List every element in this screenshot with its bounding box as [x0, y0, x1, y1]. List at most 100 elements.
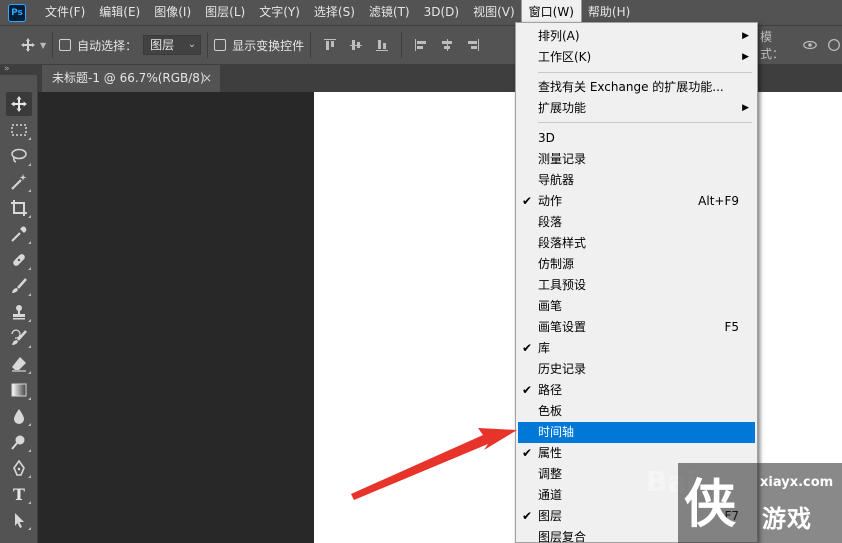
menu-item-measurement-log[interactable]: 测量记录 — [518, 149, 755, 170]
menu-item-shortcut: Alt+F9 — [698, 194, 739, 208]
toolbar-collapse-icon[interactable]: » — [0, 65, 38, 75]
eraser-tool-icon[interactable] — [6, 352, 32, 376]
menu-separator — [538, 72, 752, 73]
menu-item-3d[interactable]: 3D — [518, 128, 755, 149]
menu-item-label: 库 — [538, 341, 551, 355]
auto-select-checkbox[interactable] — [59, 39, 72, 51]
show-transform-label: 显示变换控件 — [232, 38, 305, 53]
menu-item-label: 路径 — [538, 383, 563, 397]
menu-separator — [538, 122, 752, 123]
divider — [401, 32, 403, 58]
submenu-arrow-icon: ▶ — [742, 103, 749, 113]
blur-tool-icon[interactable] — [6, 404, 32, 428]
divider — [207, 32, 209, 58]
watermark-logo-glyph: 侠 — [684, 475, 737, 535]
align-bottom-icon[interactable] — [374, 37, 390, 53]
clone-stamp-tool-icon[interactable] — [6, 300, 32, 324]
menu-item-label: 扩展功能 — [538, 101, 587, 115]
menu-item-label: 工作区(K) — [538, 50, 592, 64]
type-tool-glyph: T — [13, 484, 25, 504]
tools-panel: T — [0, 75, 38, 543]
menu-item-shortcut: F5 — [724, 320, 739, 334]
menu-item-label: 通道 — [538, 488, 563, 502]
menu-select[interactable]: 选择(S) — [307, 0, 362, 25]
menu-file[interactable]: 文件(F) — [38, 0, 92, 25]
menu-item-find-exchange-extensions[interactable]: 查找有关 Exchange 的扩展功能... — [518, 77, 755, 98]
menu-item-label: 段落 — [538, 215, 563, 229]
healing-brush-tool-icon[interactable] — [6, 248, 32, 272]
submenu-arrow-icon: ▶ — [742, 52, 749, 62]
menu-item-label: 历史记录 — [538, 362, 587, 376]
eyedropper-tool-icon[interactable] — [6, 222, 32, 246]
menu-item-libraries[interactable]: ✔ 库 — [518, 338, 755, 359]
brush-tool-icon[interactable] — [6, 274, 32, 298]
menu-item-label: 画笔设置 — [538, 320, 587, 334]
checkmark-icon: ✔ — [522, 446, 533, 460]
menu-item-extensions[interactable]: 扩展功能 ▶ — [518, 98, 755, 119]
menu-item-tool-presets[interactable]: 工具预设 — [518, 275, 755, 296]
menu-item-navigator[interactable]: 导航器 — [518, 170, 755, 191]
auto-select-target-dropdown[interactable]: 图层 ⌄ — [143, 35, 202, 55]
menu-view[interactable]: 视图(V) — [466, 0, 522, 25]
watermark-site: xiayx.com — [760, 475, 834, 490]
menu-item-label: 3D — [538, 131, 555, 145]
align-left-icon[interactable] — [413, 37, 429, 53]
menu-item-actions[interactable]: ✔ 动作 Alt+F9 — [518, 191, 755, 212]
gradient-tool-icon[interactable] — [6, 378, 32, 402]
lasso-tool-icon[interactable] — [6, 144, 32, 168]
3d-orbit-icon[interactable] — [802, 37, 818, 53]
crop-tool-icon[interactable] — [6, 196, 32, 220]
menu-item-label: 动作 — [538, 194, 563, 208]
3d-roll-icon[interactable] — [826, 37, 842, 53]
pen-tool-icon[interactable] — [6, 456, 32, 480]
menu-item-paragraph-styles[interactable]: 段落样式 — [518, 233, 755, 254]
menu-item-brush-settings[interactable]: 画笔设置 F5 — [518, 317, 755, 338]
watermark: Bai 侠 xiayx.com 游戏 — [640, 455, 842, 543]
menu-filter[interactable]: 滤镜(T) — [362, 0, 417, 25]
menu-item-label: 仿制源 — [538, 257, 575, 271]
menu-layer[interactable]: 图层(L) — [198, 0, 252, 25]
checkmark-icon: ✔ — [522, 383, 533, 397]
dodge-tool-icon[interactable] — [6, 430, 32, 454]
checkmark-icon: ✔ — [522, 341, 533, 355]
menu-item-label: 测量记录 — [538, 152, 587, 166]
history-brush-tool-icon[interactable] — [6, 326, 32, 350]
menu-image[interactable]: 图像(I) — [147, 0, 198, 25]
marquee-tool-icon[interactable] — [6, 118, 32, 142]
align-top-icon[interactable] — [322, 37, 338, 53]
menu-item-clone-source[interactable]: 仿制源 — [518, 254, 755, 275]
align-right-icon[interactable] — [465, 37, 481, 53]
divider — [52, 32, 54, 58]
menu-item-paragraph[interactable]: 段落 — [518, 212, 755, 233]
submenu-arrow-icon: ▶ — [742, 31, 749, 41]
menu-item-brushes[interactable]: 画笔 — [518, 296, 755, 317]
menu-item-workspace[interactable]: 工作区(K) ▶ — [518, 47, 755, 68]
chevron-down-icon: ▼ — [40, 40, 47, 50]
menu-item-paths[interactable]: ✔ 路径 — [518, 380, 755, 401]
menu-item-arrange[interactable]: 排列(A) ▶ — [518, 26, 755, 47]
magic-wand-tool-icon[interactable] — [6, 170, 32, 194]
menu-item-history[interactable]: 历史记录 — [518, 359, 755, 380]
show-transform-checkbox[interactable] — [214, 39, 227, 51]
menu-item-label: 图层 — [538, 509, 563, 523]
auto-select-label: 自动选择： — [77, 38, 138, 53]
3d-mode-group: 模式： — [760, 28, 842, 62]
align-vertical-center-icon[interactable] — [348, 37, 364, 53]
document-tab[interactable]: 未标题-1 @ 66.7%(RGB/8) × — [42, 65, 220, 92]
menu-item-swatches[interactable]: 色板 — [518, 401, 755, 422]
align-horizontal-center-icon[interactable] — [439, 37, 455, 53]
path-selection-tool-icon[interactable] — [6, 508, 32, 532]
close-icon[interactable]: × — [202, 65, 212, 92]
menu-item-label: 图层复合 — [538, 530, 587, 543]
move-tool-preset-icon[interactable]: ▼ — [20, 37, 46, 53]
type-tool-icon[interactable]: T — [6, 482, 32, 506]
divider — [310, 32, 312, 58]
menu-item-timeline[interactable]: 时间轴 — [518, 422, 755, 443]
move-tool-icon[interactable] — [6, 92, 32, 116]
menu-edit[interactable]: 编辑(E) — [92, 0, 147, 25]
checkmark-icon: ✔ — [522, 509, 533, 523]
menu-item-label: 导航器 — [538, 173, 575, 187]
auto-select-target-value: 图层 — [150, 38, 175, 52]
menu-3d[interactable]: 3D(D) — [417, 0, 466, 25]
menu-type[interactable]: 文字(Y) — [252, 0, 307, 25]
